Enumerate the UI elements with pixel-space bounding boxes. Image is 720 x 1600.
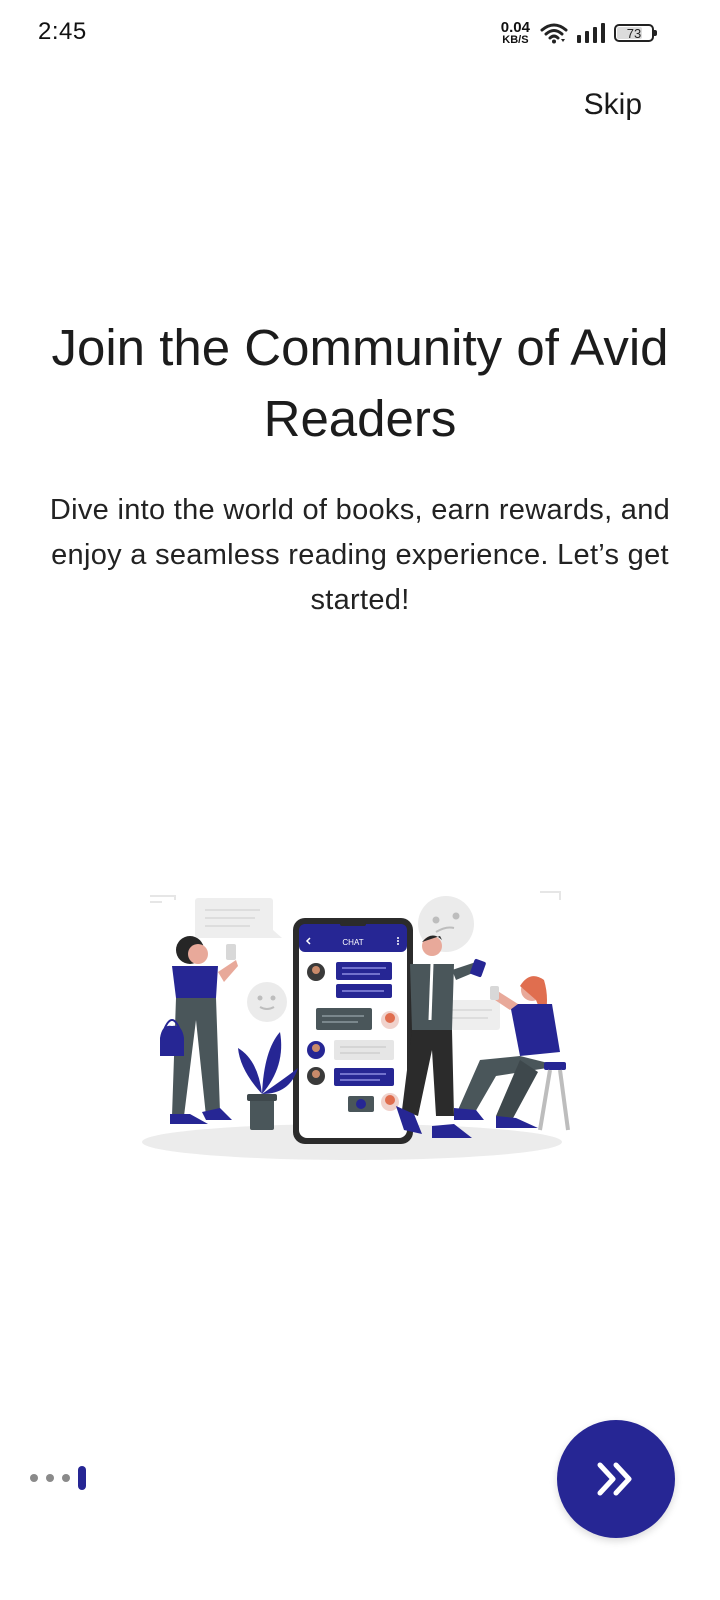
status-icons: 0.04 KB/S 73 <box>501 20 657 46</box>
battery-icon: 73 <box>614 24 657 42</box>
community-chat-illustration: CHAT <box>142 891 570 1160</box>
signal-icon <box>577 23 605 43</box>
skip-button[interactable]: Skip <box>584 88 642 122</box>
page-dot-active <box>78 1466 86 1490</box>
double-chevron-right-icon <box>597 1462 632 1496</box>
network-speed: 0.04 KB/S <box>501 20 530 46</box>
page-dot <box>62 1474 70 1482</box>
network-speed-unit: KB/S <box>502 34 529 46</box>
network-speed-value: 0.04 <box>500 19 530 36</box>
status-time: 2:45 <box>38 18 87 45</box>
onboarding-description: Dive into the world of books, earn rewar… <box>49 494 671 616</box>
page-dot <box>46 1474 54 1482</box>
page-dot <box>30 1474 38 1482</box>
onboarding-title: Join the Community of Avid Readers <box>51 319 669 447</box>
battery-level: 73 <box>626 25 642 41</box>
page-indicator <box>30 1466 86 1490</box>
wifi-icon <box>540 23 568 44</box>
next-button[interactable] <box>557 1420 675 1538</box>
status-bar: 2:45 0.04 KB/S 73 <box>0 0 720 64</box>
illustration-chat-title: CHAT <box>342 938 363 947</box>
